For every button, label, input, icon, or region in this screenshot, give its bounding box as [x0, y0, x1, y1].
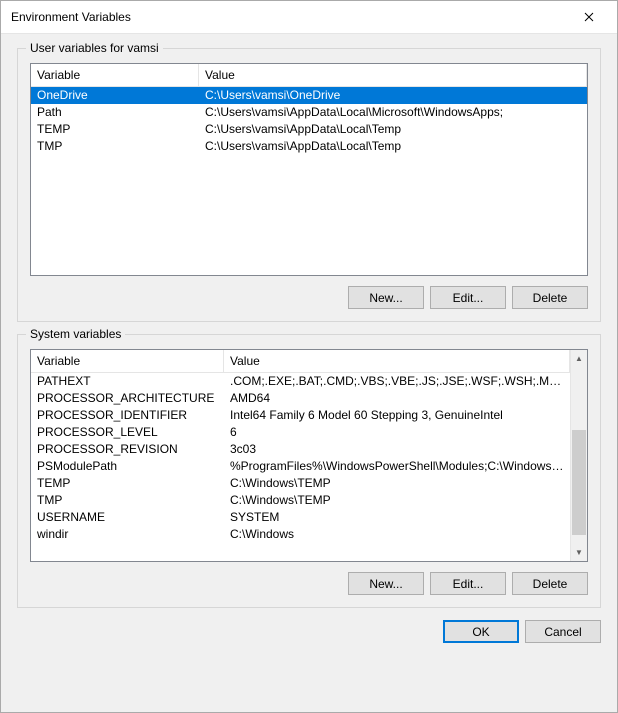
- close-button[interactable]: [569, 7, 609, 27]
- table-row[interactable]: PROCESSOR_IDENTIFIERIntel64 Family 6 Mod…: [31, 407, 570, 424]
- header-value[interactable]: Value: [224, 350, 570, 372]
- environment-variables-dialog: Environment Variables User variables for…: [0, 0, 618, 713]
- table-row[interactable]: TMPC:\Users\vamsi\AppData\Local\Temp: [31, 138, 587, 155]
- new-user-var-button[interactable]: New...: [348, 286, 424, 309]
- close-icon: [584, 12, 594, 22]
- edit-user-var-button[interactable]: Edit...: [430, 286, 506, 309]
- cell-value: 6: [224, 424, 570, 441]
- system-list-header: Variable Value: [31, 350, 570, 373]
- system-list-body: PATHEXT.COM;.EXE;.BAT;.CMD;.VBS;.VBE;.JS…: [31, 373, 570, 543]
- titlebar: Environment Variables: [1, 1, 617, 34]
- cell-variable: PATHEXT: [31, 373, 224, 390]
- table-row[interactable]: PROCESSOR_ARCHITECTUREAMD64: [31, 390, 570, 407]
- window-title: Environment Variables: [11, 10, 131, 24]
- cell-variable: PROCESSOR_REVISION: [31, 441, 224, 458]
- cell-value: AMD64: [224, 390, 570, 407]
- header-value[interactable]: Value: [199, 64, 587, 86]
- user-group-title: User variables for vamsi: [26, 41, 163, 55]
- system-button-row: New... Edit... Delete: [30, 572, 588, 595]
- cell-value: C:\Users\vamsi\OneDrive: [199, 87, 587, 104]
- ok-button[interactable]: OK: [443, 620, 519, 643]
- cell-value: C:\Users\vamsi\AppData\Local\Microsoft\W…: [199, 104, 587, 121]
- table-row[interactable]: PSModulePath%ProgramFiles%\WindowsPowerS…: [31, 458, 570, 475]
- cell-variable: TEMP: [31, 121, 199, 138]
- cell-variable: PROCESSOR_ARCHITECTURE: [31, 390, 224, 407]
- table-row[interactable]: TEMPC:\Windows\TEMP: [31, 475, 570, 492]
- cell-value: 3c03: [224, 441, 570, 458]
- header-variable[interactable]: Variable: [31, 350, 224, 372]
- new-system-var-button[interactable]: New...: [348, 572, 424, 595]
- user-list-body: OneDriveC:\Users\vamsi\OneDrivePathC:\Us…: [31, 87, 587, 155]
- table-row[interactable]: OneDriveC:\Users\vamsi\OneDrive: [31, 87, 587, 104]
- cell-value: Intel64 Family 6 Model 60 Stepping 3, Ge…: [224, 407, 570, 424]
- delete-user-var-button[interactable]: Delete: [512, 286, 588, 309]
- cell-variable: OneDrive: [31, 87, 199, 104]
- user-button-row: New... Edit... Delete: [30, 286, 588, 309]
- user-variables-group: User variables for vamsi Variable Value …: [17, 48, 601, 322]
- cell-variable: PROCESSOR_IDENTIFIER: [31, 407, 224, 424]
- table-row[interactable]: PATHEXT.COM;.EXE;.BAT;.CMD;.VBS;.VBE;.JS…: [31, 373, 570, 390]
- scroll-down-arrow-icon[interactable]: ▼: [571, 544, 587, 561]
- dialog-button-row: OK Cancel: [17, 620, 601, 647]
- cell-variable: TEMP: [31, 475, 224, 492]
- cell-value: C:\Windows\TEMP: [224, 475, 570, 492]
- cell-value: SYSTEM: [224, 509, 570, 526]
- cell-variable: Path: [31, 104, 199, 121]
- system-list-scrollbar[interactable]: ▲ ▼: [570, 350, 587, 561]
- table-row[interactable]: PROCESSOR_LEVEL6: [31, 424, 570, 441]
- dialog-content: User variables for vamsi Variable Value …: [1, 34, 617, 712]
- edit-system-var-button[interactable]: Edit...: [430, 572, 506, 595]
- cell-value: C:\Windows: [224, 526, 570, 543]
- cell-value: .COM;.EXE;.BAT;.CMD;.VBS;.VBE;.JS;.JSE;.…: [224, 373, 570, 390]
- header-variable[interactable]: Variable: [31, 64, 199, 86]
- cell-value: C:\Users\vamsi\AppData\Local\Temp: [199, 138, 587, 155]
- user-list-header: Variable Value: [31, 64, 587, 87]
- scroll-up-arrow-icon[interactable]: ▲: [571, 350, 587, 367]
- cell-variable: PSModulePath: [31, 458, 224, 475]
- cell-variable: TMP: [31, 138, 199, 155]
- cell-value: C:\Users\vamsi\AppData\Local\Temp: [199, 121, 587, 138]
- system-group-title: System variables: [26, 327, 125, 341]
- cell-value: %ProgramFiles%\WindowsPowerShell\Modules…: [224, 458, 570, 475]
- system-variables-group: System variables Variable Value PATHEXT.…: [17, 334, 601, 608]
- table-row[interactable]: PathC:\Users\vamsi\AppData\Local\Microso…: [31, 104, 587, 121]
- table-row[interactable]: USERNAMESYSTEM: [31, 509, 570, 526]
- table-row[interactable]: PROCESSOR_REVISION3c03: [31, 441, 570, 458]
- cancel-button[interactable]: Cancel: [525, 620, 601, 643]
- cell-variable: windir: [31, 526, 224, 543]
- system-variables-list[interactable]: Variable Value PATHEXT.COM;.EXE;.BAT;.CM…: [30, 349, 588, 562]
- delete-system-var-button[interactable]: Delete: [512, 572, 588, 595]
- cell-value: C:\Windows\TEMP: [224, 492, 570, 509]
- table-row[interactable]: windirC:\Windows: [31, 526, 570, 543]
- cell-variable: TMP: [31, 492, 224, 509]
- cell-variable: USERNAME: [31, 509, 224, 526]
- table-row[interactable]: TMPC:\Windows\TEMP: [31, 492, 570, 509]
- cell-variable: PROCESSOR_LEVEL: [31, 424, 224, 441]
- user-variables-list[interactable]: Variable Value OneDriveC:\Users\vamsi\On…: [30, 63, 588, 276]
- scroll-thumb[interactable]: [572, 430, 586, 535]
- table-row[interactable]: TEMPC:\Users\vamsi\AppData\Local\Temp: [31, 121, 587, 138]
